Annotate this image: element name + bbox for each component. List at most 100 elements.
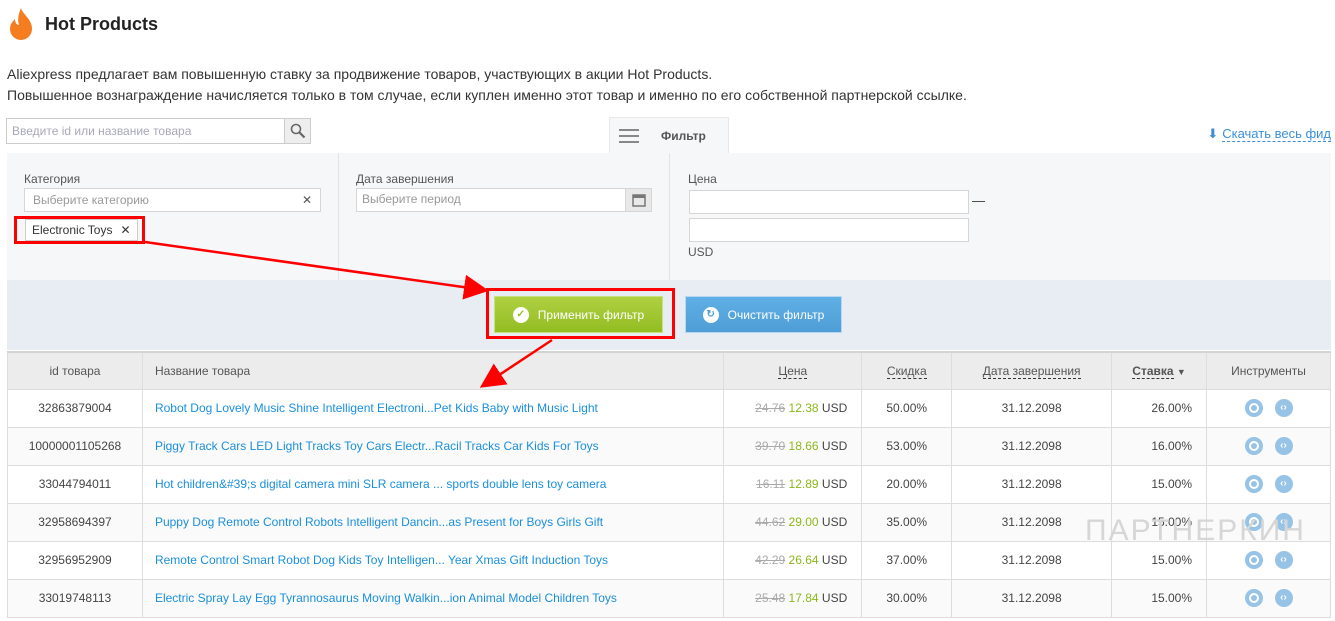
highlight-box: [486, 288, 675, 339]
clear-icon[interactable]: ✕: [302, 193, 312, 207]
category-select[interactable]: Выберите категорию ✕: [24, 188, 321, 212]
page-title: Hot Products: [45, 14, 159, 34]
price-max-input[interactable]: [689, 218, 969, 242]
rate: 15.00%: [1111, 464, 1208, 504]
product-id: 33044794011: [7, 464, 143, 504]
clear-label: Очистить фильтр: [727, 307, 825, 322]
code-icon[interactable]: ‹›: [1274, 551, 1293, 569]
discount: 20.00%: [861, 464, 953, 504]
products-table: id товара Название товара Цена Скидка Да…: [7, 351, 1331, 618]
new-price: 26.64: [788, 553, 819, 567]
product-link[interactable]: Remote Control Smart Robot Dog Kids Toy …: [155, 553, 608, 567]
table-row: 33044794011 Hot children&#39;s digital c…: [7, 464, 1331, 504]
currency: USD: [821, 591, 848, 605]
search-box: [6, 118, 311, 144]
currency: USD: [821, 515, 848, 529]
menu-icon: [619, 125, 639, 147]
col-price[interactable]: Цена: [723, 351, 863, 390]
product-id: 33019748113: [7, 578, 143, 618]
old-price: 25.48: [755, 591, 786, 605]
product-id: 32958694397: [7, 502, 143, 542]
end-date: 31.12.2098: [951, 578, 1113, 618]
divider: [338, 153, 339, 280]
rate: 26.00%: [1111, 388, 1208, 428]
intro-line: Aliexpress предлагает вам повышенную ста…: [7, 66, 713, 82]
sort-desc-icon: ▼: [1176, 366, 1186, 377]
filter-tab-label: Фильтр: [661, 129, 706, 143]
new-price: 12.89: [788, 477, 819, 491]
end-date: 31.12.2098: [951, 540, 1113, 580]
rate: 16.00%: [1111, 426, 1208, 466]
preview-icon[interactable]: [1244, 589, 1263, 607]
currency: USD: [821, 477, 848, 491]
code-icon[interactable]: ‹›: [1274, 513, 1293, 531]
code-icon[interactable]: ‹›: [1274, 399, 1293, 417]
code-icon[interactable]: ‹›: [1274, 437, 1293, 455]
product-id: 10000001105268: [7, 426, 143, 466]
col-rate[interactable]: Ставка ▼: [1111, 351, 1208, 390]
calendar-button[interactable]: [625, 188, 652, 212]
download-label: Скачать весь фид: [1222, 126, 1331, 142]
product-link[interactable]: Electric Spray Lay Egg Tyrannosaurus Mov…: [155, 591, 617, 605]
currency: USD: [821, 553, 848, 567]
intro-text: Aliexpress предлагает вам повышенную ста…: [7, 64, 967, 106]
flame-icon: [10, 8, 32, 40]
currency: USD: [821, 439, 848, 453]
preview-icon[interactable]: [1244, 399, 1263, 417]
divider: [669, 153, 670, 280]
product-link[interactable]: Puppy Dog Remote Control Robots Intellig…: [155, 515, 603, 529]
col-discount[interactable]: Скидка: [861, 351, 953, 390]
preview-icon[interactable]: [1244, 551, 1263, 569]
discount: 50.00%: [861, 388, 953, 428]
date-input[interactable]: Выберите период: [356, 188, 626, 212]
new-price: 12.38: [788, 401, 819, 415]
product-id: 32863879004: [7, 388, 143, 428]
discount: 53.00%: [861, 426, 953, 466]
new-price: 17.84: [788, 591, 819, 605]
old-price: 42.29: [755, 553, 786, 567]
clear-filter-button[interactable]: ↻ Очистить фильтр: [685, 296, 842, 333]
filter-tab[interactable]: Фильтр: [609, 117, 729, 154]
price-label: Цена: [688, 172, 717, 186]
rate: 15.00%: [1111, 502, 1208, 542]
code-icon[interactable]: ‹›: [1274, 589, 1293, 607]
calendar-icon: [631, 194, 646, 207]
col-rate-label: Ставка: [1132, 363, 1174, 379]
preview-icon[interactable]: [1244, 475, 1263, 493]
new-price: 18.66: [788, 439, 819, 453]
col-end-date[interactable]: Дата завершения: [951, 351, 1113, 390]
rate: 15.00%: [1111, 540, 1208, 580]
category-label: Категория: [24, 172, 81, 186]
currency: USD: [821, 401, 848, 415]
date-placeholder: Выберите период: [362, 192, 461, 206]
old-price: 24.76: [755, 401, 786, 415]
search-input[interactable]: [7, 119, 284, 143]
product-link[interactable]: Piggy Track Cars LED Light Tracks Toy Ca…: [155, 439, 599, 453]
col-discount-label: Скидка: [886, 363, 927, 379]
intro-line: Повышенное вознаграждение начисляется то…: [7, 87, 967, 103]
old-price: 44.62: [755, 515, 786, 529]
price-dash: —: [972, 193, 985, 208]
download-feed-link[interactable]: ⬇ Скачать весь фид: [1207, 126, 1331, 142]
old-price: 16.11: [756, 477, 786, 491]
reset-icon: ↻: [702, 306, 719, 323]
table-row: 32958694397 Puppy Dog Remote Control Rob…: [7, 502, 1331, 542]
end-date: 31.12.2098: [951, 464, 1113, 504]
col-id: id товара: [7, 351, 143, 390]
preview-icon[interactable]: [1244, 437, 1263, 455]
table-row: 10000001105268 Piggy Track Cars LED Ligh…: [7, 426, 1331, 466]
product-link[interactable]: Robot Dog Lovely Music Shine Intelligent…: [155, 401, 598, 415]
end-date: 31.12.2098: [951, 502, 1113, 542]
price-min-input[interactable]: [689, 190, 969, 214]
code-icon[interactable]: ‹›: [1274, 475, 1293, 493]
product-link[interactable]: Hot children&#39;s digital camera mini S…: [155, 477, 607, 491]
table-row: 32863879004 Robot Dog Lovely Music Shine…: [7, 388, 1331, 428]
currency-label: USD: [688, 245, 714, 259]
preview-icon[interactable]: [1244, 513, 1263, 531]
search-icon: [290, 123, 305, 139]
col-tools: Инструменты: [1206, 351, 1331, 390]
table-row: 32956952909 Remote Control Smart Robot D…: [7, 540, 1331, 580]
product-id: 32956952909: [7, 540, 143, 580]
search-button[interactable]: [284, 119, 310, 143]
old-price: 39.70: [755, 439, 786, 453]
